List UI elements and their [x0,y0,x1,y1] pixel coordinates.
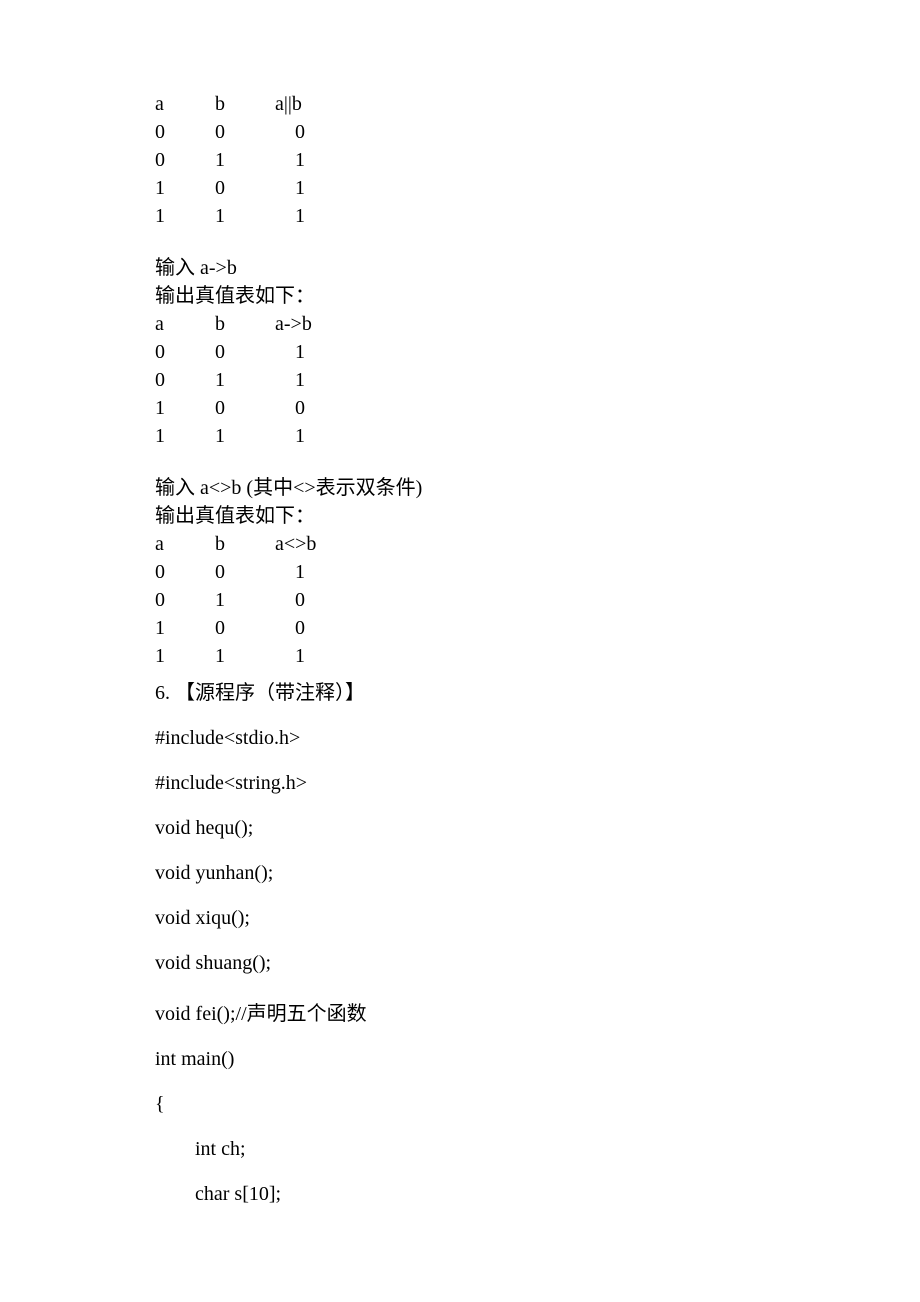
code-line: void shuang(); [155,952,765,975]
cell: 1 [155,614,215,642]
table-row: 0 1 1 [155,146,765,174]
truth-table-or: a b a||b 0 0 0 0 1 1 1 0 1 1 1 1 [155,90,765,230]
cell: 0 [215,614,295,642]
table-header: a b a||b [155,90,765,118]
cell: 1 [215,586,295,614]
spacer [155,450,765,474]
table-row: 0 1 0 [155,586,765,614]
col-op-header: a||b [275,90,765,118]
table-row: 0 1 1 [155,366,765,394]
cell: 0 [155,118,215,146]
cell: 0 [155,586,215,614]
code-line: void yunhan(); [155,862,765,885]
code-line: void fei();//声明五个函数 [155,997,765,1026]
code-line: #include<string.h> [155,772,765,795]
cell: 0 [215,558,295,586]
col-b-header: b [215,530,275,558]
col-a-header: a [155,90,215,118]
truth-table-implies: a b a->b 0 0 1 0 1 1 1 0 0 1 1 1 [155,310,765,450]
section-6-heading: 6. 【源程序（带注释）】 [155,676,765,705]
code-line: int ch; [155,1138,765,1161]
cell: 1 [155,174,215,202]
table-row: 1 1 1 [155,422,765,450]
cell: 1 [215,146,295,174]
source-code: #include<stdio.h> #include<string.h> voi… [155,727,765,1206]
table-row: 0 0 1 [155,338,765,366]
cell: 1 [295,366,765,394]
cell: 0 [155,338,215,366]
table-row: 1 1 1 [155,202,765,230]
cell: 0 [155,146,215,174]
input-bicond-line: 输入 a<>b (其中<>表示双条件) [155,474,765,502]
cell: 1 [155,422,215,450]
col-op-header: a<>b [275,530,765,558]
cell: 1 [295,146,765,174]
code-line: int main() [155,1048,765,1071]
cell: 0 [215,338,295,366]
output-label: 输出真值表如下： [155,502,765,530]
cell: 1 [215,642,295,670]
table-row: 0 0 1 [155,558,765,586]
cell: 0 [215,394,295,422]
spacer [155,230,765,254]
input-implies-line: 输入 a->b [155,254,765,282]
cell: 1 [295,338,765,366]
table-row: 1 1 1 [155,642,765,670]
col-a-header: a [155,310,215,338]
code-line: { [155,1093,765,1116]
code-line: void hequ(); [155,817,765,840]
truth-table-bicond: a b a<>b 0 0 1 0 1 0 1 0 0 1 1 1 [155,530,765,670]
cell: 0 [155,366,215,394]
table-header: a b a<>b [155,530,765,558]
cell: 0 [295,118,765,146]
cell: 1 [295,642,765,670]
table-header: a b a->b [155,310,765,338]
code-line: #include<stdio.h> [155,727,765,750]
cell: 1 [215,422,295,450]
cell: 0 [215,174,295,202]
output-label: 输出真值表如下： [155,282,765,310]
table-row: 1 0 1 [155,174,765,202]
cell: 1 [295,174,765,202]
code-line: void xiqu(); [155,907,765,930]
cell: 1 [295,422,765,450]
cell: 1 [155,642,215,670]
col-b-header: b [215,310,275,338]
cell: 1 [215,366,295,394]
col-b-header: b [215,90,275,118]
cell: 1 [155,394,215,422]
col-op-header: a->b [275,310,765,338]
cell: 1 [295,558,765,586]
table-row: 1 0 0 [155,614,765,642]
code-line: char s[10]; [155,1183,765,1206]
document-page: a b a||b 0 0 0 0 1 1 1 0 1 1 1 1 输入 a->b… [0,0,920,1302]
table-row: 0 0 0 [155,118,765,146]
cell: 0 [215,118,295,146]
cell: 0 [295,614,765,642]
table-row: 1 0 0 [155,394,765,422]
cell: 0 [295,394,765,422]
cell: 1 [295,202,765,230]
cell: 1 [155,202,215,230]
col-a-header: a [155,530,215,558]
cell: 0 [295,586,765,614]
cell: 0 [155,558,215,586]
cell: 1 [215,202,295,230]
